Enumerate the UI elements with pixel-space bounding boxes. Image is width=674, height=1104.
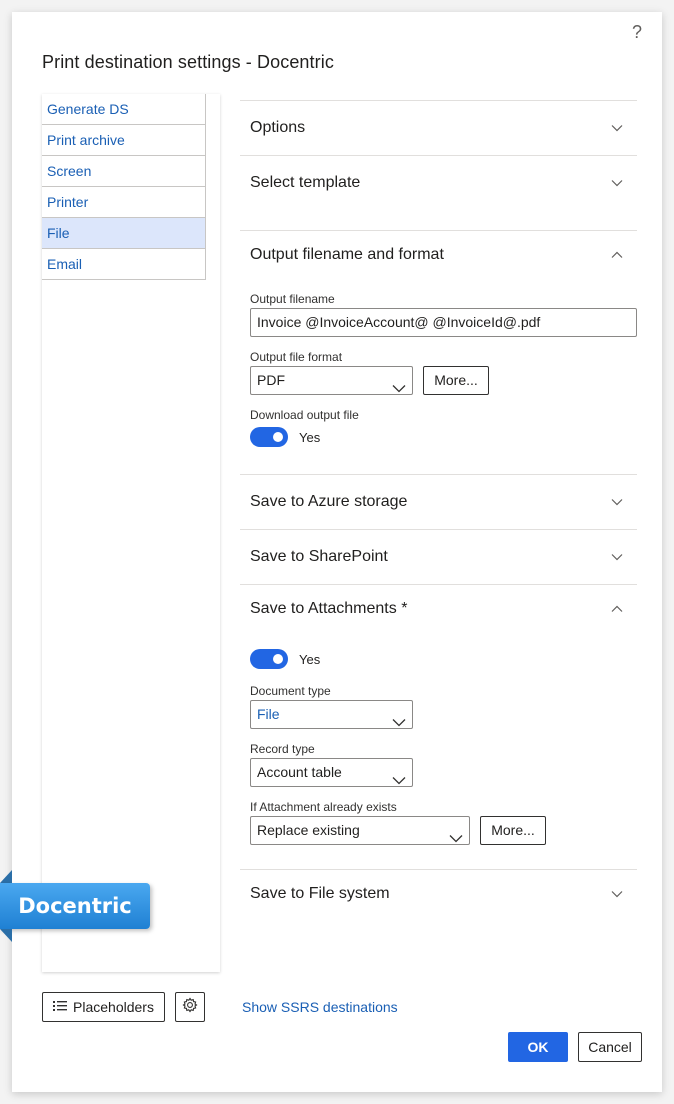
output-format-label: Output file format [250,350,343,364]
ok-button[interactable]: OK [508,1032,568,1062]
section-file-system-header[interactable]: Save to File system [240,870,637,918]
nav-item-email[interactable]: Email [42,249,205,280]
toggle-knob [273,654,283,664]
chevron-up-icon [611,249,623,261]
nav-item-file[interactable]: File [42,218,205,249]
section-attachments: Save to Attachments * Yes Document type … [240,584,637,869]
toggle-knob [273,432,283,442]
nav-item-print-archive[interactable]: Print archive [42,125,205,156]
placeholders-button[interactable]: Placeholders [42,992,165,1022]
section-attachments-header[interactable]: Save to Attachments * [240,585,637,633]
chevron-down-icon [611,496,623,508]
section-title: Save to Attachments * [250,600,408,617]
attachment-exists-select[interactable]: Replace existing [250,816,470,845]
badge-fold [0,870,12,883]
section-output-filename: Output filename and format Output filena… [240,230,637,474]
record-type-label: Record type [250,742,315,756]
chevron-down-icon [611,122,623,134]
show-ssrs-destinations-link[interactable]: Show SSRS destinations [242,999,398,1015]
section-title: Select template [250,174,361,191]
output-format-more-button[interactable]: More... [423,366,489,395]
chevron-up-icon [611,603,623,615]
section-azure: Save to Azure storage [240,474,637,529]
output-format-select[interactable]: PDF [250,366,413,395]
attachments-toggle[interactable] [250,649,288,669]
section-options-header[interactable]: Options [240,101,637,155]
download-output-label: Download output file [250,408,359,422]
section-sharepoint-header[interactable]: Save to SharePoint [240,530,637,584]
section-title: Output filename and format [250,246,444,263]
section-file-system: Save to File system [240,869,637,918]
section-sharepoint: Save to SharePoint [240,529,637,584]
list-icon [53,999,68,1015]
destination-nav-panel: Generate DS Print archive Screen Printer… [42,94,220,972]
download-output-toggle-label: Yes [299,429,321,445]
section-azure-header[interactable]: Save to Azure storage [240,475,637,529]
download-output-toggle[interactable] [250,427,288,447]
section-title: Save to SharePoint [250,548,388,565]
nav-item-printer[interactable]: Printer [42,187,205,218]
attachments-toggle-label: Yes [299,651,321,667]
placeholders-label: Placeholders [73,999,154,1015]
section-select-template: Select template [240,155,637,230]
output-filename-label: Output filename [250,292,335,306]
section-output-header[interactable]: Output filename and format [240,231,637,279]
chevron-down-icon [611,177,623,189]
destination-nav-list: Generate DS Print archive Screen Printer… [42,94,206,280]
settings-button[interactable] [175,992,205,1022]
docentric-badge: Docentric [0,870,152,942]
document-type-value: File [257,706,280,722]
chevron-down-icon [611,551,623,563]
chevron-down-icon [392,709,406,736]
section-title: Save to File system [250,885,390,902]
document-type-select[interactable]: File [250,700,413,729]
document-type-label: Document type [250,684,331,698]
attachment-exists-value: Replace existing [257,822,360,838]
nav-item-screen[interactable]: Screen [42,156,205,187]
badge-fold [0,929,12,942]
section-select-template-header[interactable]: Select template [240,156,637,210]
section-title: Options [250,119,306,136]
help-icon[interactable]: ? [632,22,642,43]
chevron-down-icon [392,375,406,402]
section-title: Save to Azure storage [250,493,408,510]
footer-tools: Placeholders [42,992,205,1022]
output-filename-input[interactable]: Invoice @InvoiceAccount@ @InvoiceId@.pdf [250,308,637,337]
attachment-exists-label: If Attachment already exists [250,800,397,814]
docentric-logo: Docentric [0,883,150,929]
cancel-button[interactable]: Cancel [578,1032,642,1062]
section-options: Options [240,100,637,155]
output-format-value: PDF [257,372,285,388]
gear-icon [182,997,198,1018]
settings-content: Options Select template Output filename … [240,100,637,918]
chevron-down-icon [392,767,406,794]
attachment-more-button[interactable]: More... [480,816,546,845]
chevron-down-icon [611,888,623,900]
record-type-value: Account table [257,764,342,780]
dialog-title: Print destination settings - Docentric [42,52,334,72]
nav-item-generate-ds[interactable]: Generate DS [42,94,205,125]
chevron-down-icon [449,825,463,852]
record-type-select[interactable]: Account table [250,758,413,787]
